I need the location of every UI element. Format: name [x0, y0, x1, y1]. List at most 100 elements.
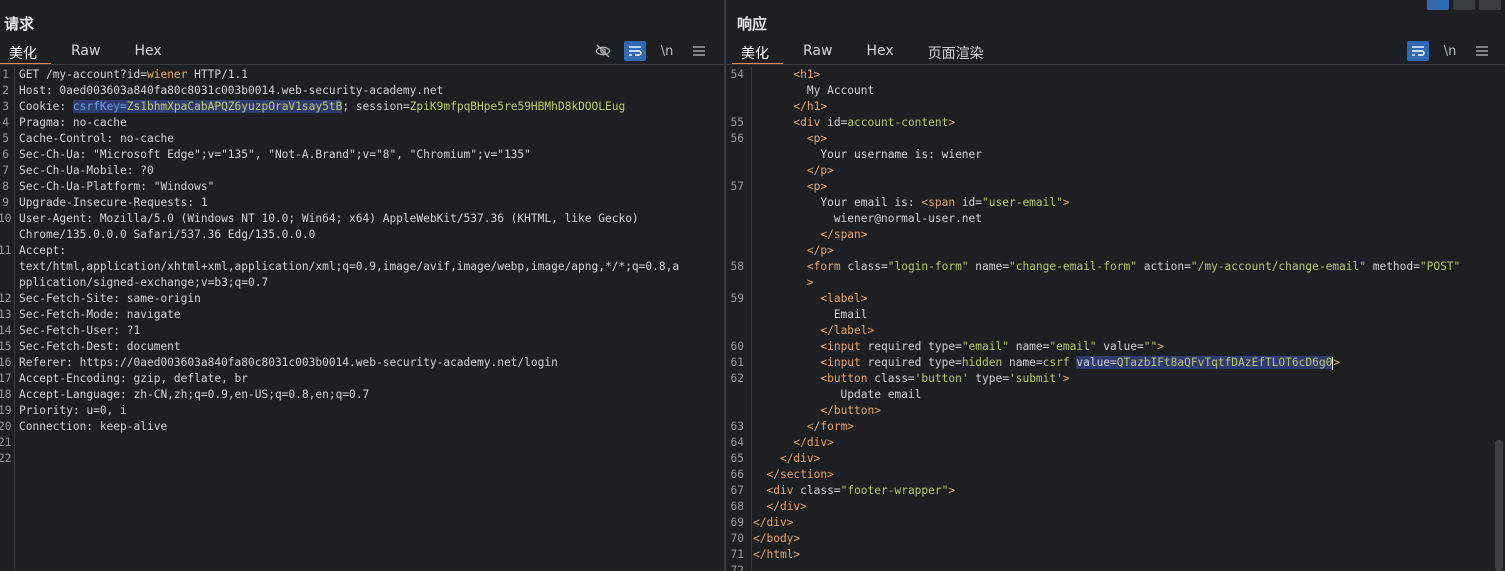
code-line: </label> [726, 323, 1505, 339]
tab-raw[interactable]: Raw [51, 40, 114, 64]
code-token: GET /my-account?id= [19, 68, 147, 81]
tab-pretty[interactable]: 美化 [0, 40, 51, 65]
line-number: 71 [730, 548, 744, 561]
code-token: Cache-Control: no-cache [19, 132, 174, 145]
code-token: id= [961, 196, 983, 209]
code-token: Priority: u=0, i [19, 404, 127, 417]
code-text: Sec-Fetch-User: ?1 [14, 323, 140, 339]
tab-raw[interactable]: Raw [783, 40, 846, 64]
code-token: "email" [1049, 340, 1097, 353]
layout-split-icon[interactable] [1427, 0, 1449, 10]
code-text: </p> [749, 163, 834, 179]
line-number [726, 403, 749, 419]
code-line: Update email [726, 387, 1505, 403]
code-line: 60 <input required type="email" name="em… [726, 339, 1505, 355]
tab-hex[interactable]: Hex [846, 40, 907, 64]
code-token: <span [921, 196, 962, 209]
code-text: Email [749, 307, 868, 323]
code-token: </body> [753, 532, 801, 545]
code-line: </p> [726, 243, 1505, 259]
line-number: 69 [730, 516, 744, 529]
tab-render[interactable]: 页面渲染 [908, 40, 998, 64]
tab-pretty[interactable]: 美化 [732, 40, 783, 65]
code-text: </html> [749, 547, 800, 563]
menu-icon[interactable] [1471, 41, 1493, 61]
code-token: "email" [961, 340, 1009, 353]
code-line: 4 Pragma: no-cache [0, 115, 724, 131]
line-number: 14 [0, 324, 12, 337]
code-token: HTTP/1.1 [187, 68, 249, 81]
code-line: 62 <button class='button' type='submit'> [726, 371, 1505, 387]
line-number: 21 [0, 436, 12, 449]
code-text: </body> [749, 531, 800, 547]
code-line: 11 Accept: [0, 243, 724, 259]
code-token: Your email is: [753, 196, 922, 209]
layout-horizontal-icon[interactable] [1453, 0, 1475, 10]
code-text: <label> [749, 291, 867, 307]
code-token: Sec-Fetch-Dest: document [19, 340, 181, 353]
code-token: </div> [766, 500, 807, 513]
code-token: ZpiK9mfpqBHpe5re59HBMhD8kDOOLEug [409, 100, 626, 113]
line-number: 64 [730, 436, 744, 449]
code-line: 69 </div> [726, 515, 1505, 531]
code-token: csrfKey= [72, 100, 127, 113]
wrap-icon[interactable] [1407, 41, 1429, 61]
code-text: </span> [749, 227, 867, 243]
code-line: 18 Accept-Language: zh-CN,zh;q=0.9,en-US;… [0, 387, 724, 403]
code-line: Email [726, 307, 1505, 323]
code-token: <div [793, 116, 828, 129]
line-number: 11 [0, 244, 12, 257]
code-text: Sec-Fetch-Site: same-origin [14, 291, 201, 307]
wrap-icon[interactable] [624, 41, 646, 61]
tabs-divider [0, 64, 724, 65]
line-number: 12 [0, 292, 12, 305]
line-number: 17 [0, 372, 12, 385]
line-number [726, 227, 749, 243]
line-number: 6 [2, 148, 9, 161]
code-token: ; session= [342, 100, 410, 113]
eye-slash-icon[interactable] [592, 41, 614, 61]
code-text: </label> [749, 323, 874, 339]
line-number: 8 [2, 180, 9, 193]
code-line: 56 <p> [726, 131, 1505, 147]
code-line: 20 Connection: keep-alive [0, 419, 724, 435]
request-editor[interactable]: 1 GET /my-account?id=wiener HTTP/1.1 2 Host… [0, 67, 724, 571]
code-text: Your username is: wiener [749, 147, 982, 163]
line-number: 18 [0, 388, 12, 401]
code-text: Upgrade-Insecure-Requests: 1 [14, 195, 208, 211]
line-number: 9 [2, 196, 9, 209]
line-number: 16 [0, 356, 12, 369]
code-token: "/my-account/change-email" [1190, 260, 1366, 273]
request-pane: 请求 美化 Raw Hex \n 1 GET /my-account?id=wie… [0, 0, 724, 571]
code-line: pplication/signed-exchange;v=b3;q=0.7 [0, 275, 724, 291]
code-token: </div> [753, 516, 794, 529]
response-scrollbar[interactable] [1495, 440, 1503, 571]
code-line: 17 Accept-Encoding: gzip, deflate, br [0, 371, 724, 387]
code-text: <div id=account-content> [749, 115, 955, 131]
code-text: Priority: u=0, i [14, 403, 127, 419]
code-line: 6 Sec-Ch-Ua: "Microsoft Edge";v="135", "N… [0, 147, 724, 163]
line-number: 1 [2, 68, 9, 81]
newline-icon[interactable]: \n [656, 41, 678, 61]
code-token: </div> [793, 436, 834, 449]
layout-tabbed-icon[interactable] [1479, 0, 1501, 10]
code-token: <button [820, 372, 875, 385]
line-number: 61 [730, 356, 744, 369]
newline-icon[interactable]: \n [1439, 41, 1461, 61]
code-text: </p> [749, 243, 834, 259]
code-line: 3 Cookie: csrfKey=Zs1bhmXpaCabAPQZ6yuzpOr… [0, 99, 724, 115]
line-number [0, 227, 14, 243]
menu-icon[interactable] [688, 41, 710, 61]
code-line: 64 </div> [726, 435, 1505, 451]
tab-hex[interactable]: Hex [114, 40, 175, 64]
response-editor[interactable]: 54 <h1> My Account </h1> 55 <div id=accou… [726, 67, 1505, 571]
code-token: account-content [847, 116, 949, 129]
code-line: 22 [0, 451, 724, 467]
line-number [726, 211, 749, 227]
